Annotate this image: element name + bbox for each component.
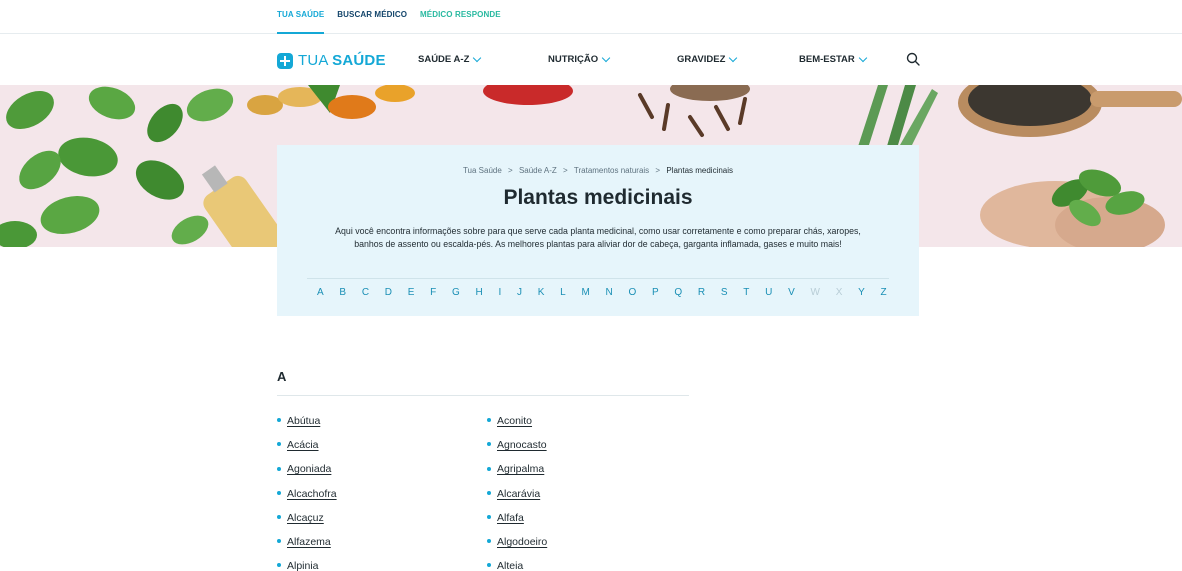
section-letter-heading: A (277, 369, 287, 384)
plant-link[interactable]: Alcaçuz (277, 512, 337, 536)
chevron-down-icon (729, 53, 738, 62)
plant-link[interactable]: Alfazema (277, 536, 337, 560)
top-link-medico-responde[interactable]: MÉDICO RESPONDE (420, 0, 501, 34)
alphabet-letter-n[interactable]: N (606, 287, 613, 298)
plant-link[interactable]: Agoniada (277, 463, 337, 487)
breadcrumb: Tua Saúde > Saúde A-Z > Tratamentos natu… (277, 166, 919, 175)
alphabet-letter-r[interactable]: R (698, 287, 705, 298)
plant-link[interactable]: Algodoeiro (487, 536, 547, 560)
page-description: Aqui você encontra informações sobre par… (335, 226, 861, 249)
alphabet-nav: A B C D E F G H I J K L M N O P Q R S T U V W X Y Z (317, 287, 887, 298)
logo-text: TUA SAÚDE (298, 52, 386, 69)
chevron-down-icon (601, 53, 611, 62)
alphabet-letter-g[interactable]: G (452, 287, 460, 298)
breadcrumb-separator: > (508, 166, 513, 175)
site-logo[interactable]: TUA SAÚDE (277, 52, 386, 69)
top-link-buscar-medico[interactable]: BUSCAR MÉDICO (337, 0, 407, 34)
plant-link[interactable]: Abútua (277, 415, 337, 439)
plant-link[interactable]: Alteia (487, 560, 547, 571)
plant-list-right: Aconito Agnocasto Agripalma Alcarávia Alfafa… (487, 415, 547, 571)
alphabet-letter-j[interactable]: J (517, 287, 522, 298)
alphabet-letter-z[interactable]: Z (881, 287, 887, 298)
alphabet-letter-u[interactable]: U (765, 287, 772, 298)
nav-nutricao[interactable]: NUTRIÇÃO (548, 53, 611, 65)
alphabet-letter-l[interactable]: L (560, 287, 566, 298)
top-link-tua-saude[interactable]: TUA SAÚDE (277, 0, 325, 34)
nav-saude-a-z[interactable]: SAÚDE A-Z (418, 53, 482, 65)
alphabet-letter-i[interactable]: I (498, 287, 501, 298)
plant-list-left: Abútua Acácia Agoniada Alcachofra Alcaçuz Alf… (277, 415, 337, 571)
alphabet-letter-w: W (810, 287, 820, 298)
plant-link[interactable]: Acácia (277, 439, 337, 463)
card-divider (307, 278, 889, 279)
plant-link[interactable]: Agripalma (487, 463, 547, 487)
alphabet-letter-v[interactable]: V (788, 287, 795, 298)
plant-link[interactable]: Alcarávia (487, 488, 547, 512)
alphabet-letter-p[interactable]: P (652, 287, 659, 298)
plant-link[interactable]: Agnocasto (487, 439, 547, 463)
alphabet-letter-m[interactable]: M (581, 287, 589, 298)
main-header: TUA SAÚDE SAÚDE A-Z NUTRIÇÃO GRAVIDEZ BE… (0, 35, 1182, 85)
plant-link[interactable]: Alpinia (277, 560, 337, 571)
alphabet-letter-e[interactable]: E (408, 287, 415, 298)
chevron-down-icon (858, 53, 868, 62)
alphabet-letter-x: X (835, 287, 843, 298)
alphabet-letter-k[interactable]: K (538, 287, 545, 298)
alphabet-letter-b[interactable]: B (339, 287, 346, 298)
alphabet-letter-f[interactable]: F (430, 287, 436, 298)
breadcrumb-current: Plantas medicinais (666, 166, 734, 175)
alphabet-letter-d[interactable]: D (385, 287, 392, 298)
breadcrumb-link-tratamentos-naturais[interactable]: Tratamentos naturais (574, 166, 649, 175)
alphabet-letter-y[interactable]: Y (858, 287, 865, 298)
nav-gravidez[interactable]: GRAVIDEZ (677, 53, 738, 65)
chevron-down-icon (473, 53, 482, 62)
page-title: Plantas medicinais (503, 186, 693, 209)
alphabet-letter-s[interactable]: S (721, 287, 728, 298)
breadcrumb-separator: > (562, 166, 568, 175)
plant-link[interactable]: Aconito (487, 415, 547, 439)
plant-link[interactable]: Alcachofra (277, 488, 337, 512)
alphabet-letter-a[interactable]: A (317, 287, 324, 298)
breadcrumb-link-saude-a-z[interactable]: Saúde A-Z (519, 166, 557, 175)
alphabet-letter-t[interactable]: T (743, 287, 749, 298)
search-icon[interactable] (906, 52, 920, 66)
intro-card: Tua Saúde > Saúde A-Z > Tratamentos natu… (277, 145, 919, 316)
breadcrumb-separator: > (655, 166, 661, 175)
top-links: TUA SAÚDE BUSCAR MÉDICO MÉDICO RESPONDE (277, 0, 501, 34)
nav-bem-estar[interactable]: BEM-ESTAR (799, 53, 868, 65)
breadcrumb-link-tua-saude[interactable]: Tua Saúde (463, 166, 502, 175)
top-strip: TUA SAÚDE BUSCAR MÉDICO MÉDICO RESPONDE (0, 0, 1182, 34)
alphabet-letter-q[interactable]: Q (674, 287, 682, 298)
alphabet-letter-o[interactable]: O (628, 287, 636, 298)
alphabet-letter-c[interactable]: C (362, 287, 369, 298)
alphabet-letter-h[interactable]: H (476, 287, 483, 298)
plus-logo-icon (277, 52, 293, 69)
section-divider (277, 395, 689, 396)
plant-link[interactable]: Alfafa (487, 512, 547, 536)
